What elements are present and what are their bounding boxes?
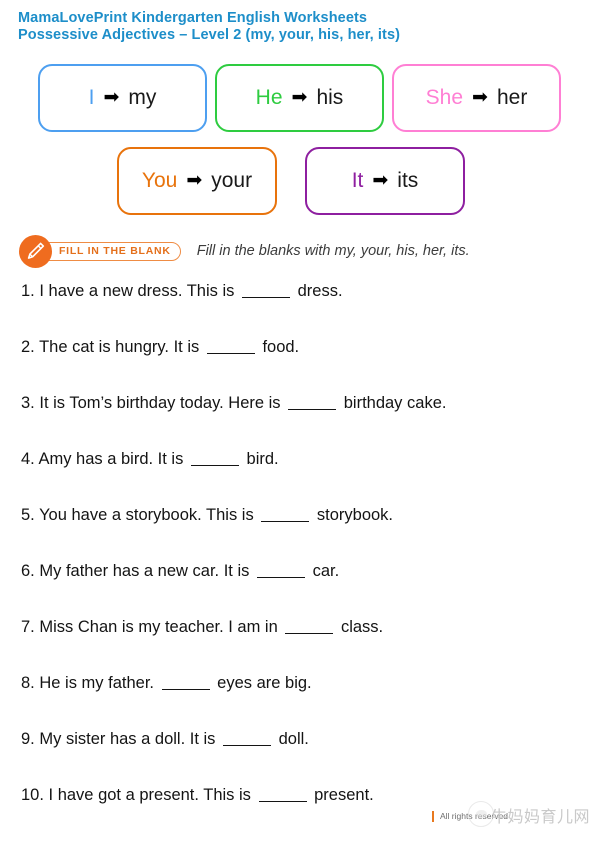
question-text-before: Amy has a bird. It is: [38, 450, 184, 468]
pronoun-box-she: She ➡ her: [392, 64, 561, 132]
pronoun-box-you: You ➡ your: [117, 147, 277, 215]
pronoun-object: my: [128, 86, 157, 109]
question-text-after: car.: [312, 562, 340, 580]
pronoun-box-i: I ➡ my: [38, 64, 207, 132]
question-text-after: bird.: [246, 450, 279, 468]
pronoun-object: her: [496, 86, 528, 109]
answer-blank[interactable]: [242, 297, 290, 298]
pronoun-subject: It: [351, 169, 364, 192]
instruction-text: Fill in the blanks with my, your, his, h…: [196, 243, 470, 259]
question-text-after: present.: [314, 786, 374, 804]
answer-blank[interactable]: [206, 353, 255, 354]
fill-in-the-blank-badge: FILL IN THE BLANK: [37, 241, 181, 261]
answer-blank[interactable]: [161, 689, 210, 690]
pronoun-object: his: [316, 86, 344, 109]
question-number: 2.: [21, 338, 35, 356]
pronoun-subject: I: [88, 86, 95, 109]
pronoun-box-he: He ➡ his: [215, 64, 384, 132]
question-text-before: My sister has a doll. It is: [39, 730, 216, 748]
answer-blank[interactable]: [223, 745, 272, 746]
arrow-right-icon: ➡: [103, 86, 120, 108]
question-text-before: Miss Chan is my teacher. I am in: [39, 618, 278, 636]
pronoun-object: its: [397, 169, 419, 192]
question-item: 8. He is my father. eyes are big.: [21, 673, 577, 729]
question-item: 5. You have a storybook. This is storybo…: [21, 505, 577, 561]
question-item: 3. It is Tom’s birthday today. Here is b…: [21, 393, 577, 449]
question-item: 6. My father has a new car. It is car.: [21, 561, 577, 617]
question-text-after: eyes are big.: [217, 674, 312, 692]
footer-divider: [432, 810, 434, 822]
page-title: MamaLovePrint Kindergarten English Works…: [18, 10, 578, 44]
question-number: 9.: [21, 730, 35, 748]
question-item: 2. The cat is hungry. It is food.: [21, 337, 577, 393]
answer-blank[interactable]: [288, 409, 337, 410]
question-text-after: storybook.: [316, 506, 394, 524]
answer-blank[interactable]: [261, 521, 310, 522]
question-number: 5.: [21, 506, 35, 524]
question-text-after: class.: [340, 618, 384, 636]
arrow-right-icon: ➡: [372, 169, 389, 191]
arrow-right-icon: ➡: [186, 169, 203, 191]
question-text-before: It is Tom’s birthday today. Here is: [39, 394, 281, 412]
question-text-before: You have a storybook. This is: [39, 506, 254, 524]
answer-blank[interactable]: [190, 465, 239, 466]
question-number: 10.: [21, 786, 44, 804]
question-text-after: doll.: [278, 730, 309, 748]
question-list: 1. I have a new dress. This is dress. 2.…: [21, 281, 577, 841]
activity-header: FILL IN THE BLANK Fill in the blanks wit…: [19, 234, 470, 268]
pronoun-box-row-bottom: You ➡ your It ➡ its: [117, 147, 465, 215]
question-number: 8.: [21, 674, 35, 692]
title-line-2: Possessive Adjectives – Level 2 (my, you…: [18, 27, 401, 43]
question-text-after: birthday cake.: [343, 394, 447, 412]
question-number: 7.: [21, 618, 35, 636]
question-item: 4. Amy has a bird. It is bird.: [21, 449, 577, 505]
question-item: 9. My sister has a doll. It is doll.: [21, 729, 577, 785]
question-text-before: My father has a new car. It is: [39, 562, 250, 580]
answer-blank[interactable]: [256, 577, 305, 578]
question-text-before: I have a new dress. This is: [39, 282, 235, 300]
pronoun-box-it: It ➡ its: [305, 147, 465, 215]
question-text-after: dress.: [297, 282, 343, 300]
question-text-before: The cat is hungry. It is: [39, 338, 200, 356]
question-text-before: I have got a present. This is: [48, 786, 251, 804]
pronoun-object: your: [211, 169, 253, 192]
question-number: 1.: [21, 282, 35, 300]
answer-blank[interactable]: [258, 801, 307, 802]
answer-blank[interactable]: [285, 633, 334, 634]
question-item: 7. Miss Chan is my teacher. I am in clas…: [21, 617, 577, 673]
arrow-right-icon: ➡: [472, 86, 488, 108]
pronoun-subject: She: [425, 86, 464, 109]
question-number: 6.: [21, 562, 35, 580]
pronoun-subject: You: [141, 169, 178, 192]
question-number: 4.: [21, 450, 35, 468]
arrow-right-icon: ➡: [291, 86, 308, 108]
badge-label: FILL IN THE BLANK: [59, 244, 171, 257]
title-line-1: MamaLovePrint Kindergarten English Works…: [18, 10, 368, 26]
pronoun-subject: He: [255, 86, 283, 109]
pencil-icon: [19, 234, 52, 268]
question-item: 1. I have a new dress. This is dress.: [21, 281, 577, 337]
watermark-text: 牛妈妈育儿网: [491, 807, 591, 826]
question-text-before: He is my father.: [39, 674, 154, 692]
pronoun-box-row-top: I ➡ my He ➡ his She ➡ her: [38, 64, 561, 132]
question-text-after: food.: [262, 338, 300, 356]
question-number: 3.: [21, 394, 35, 412]
